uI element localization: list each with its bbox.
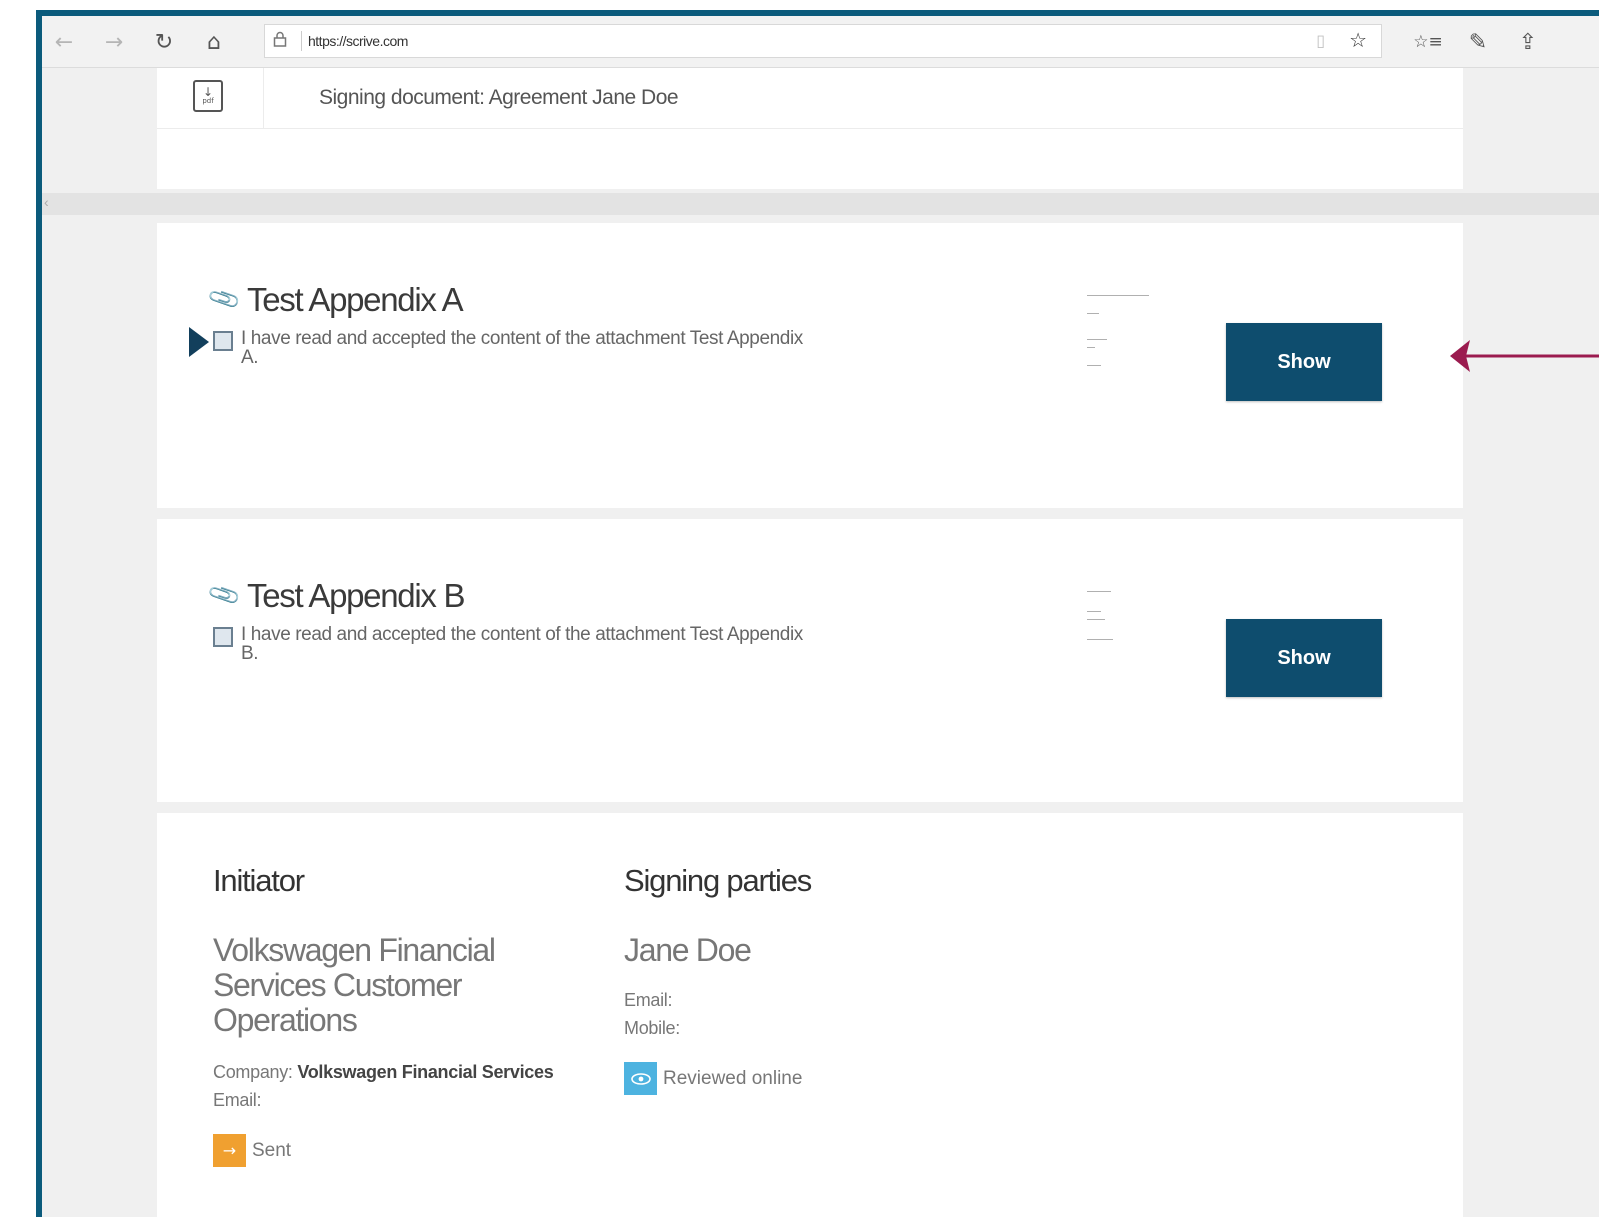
signing-party-name: Jane Doe (624, 932, 752, 968)
reviewed-status-label: Reviewed online (663, 1067, 803, 1089)
url-text[interactable]: https://scrive.com (308, 33, 408, 49)
accept-checkbox[interactable] (213, 627, 233, 647)
attachment-thumbnail[interactable] (1087, 293, 1157, 383)
signing-party-mobile: Mobile: (624, 1018, 680, 1038)
lock-icon (273, 31, 295, 51)
accept-label: I have read and accepted the content of … (241, 624, 803, 664)
browser-window: ← → ↻ ⌂ https://scrive.com ▯ ☆ ☆≡ ✎ ⇪ ↓ … (36, 10, 1599, 1217)
address-bar[interactable]: https://scrive.com ▯ ☆ (264, 24, 1382, 58)
header-blank-area (157, 129, 1463, 189)
attachment-card-a: 📎 Test Appendix A I have read and accept… (157, 223, 1463, 508)
reading-view-icon[interactable]: ▯ (1316, 31, 1325, 50)
favorite-star-icon[interactable]: ☆ (1349, 28, 1367, 52)
accept-label: I have read and accepted the content of … (241, 328, 803, 368)
notes-pen-icon[interactable]: ✎ (1462, 26, 1494, 58)
initiator-heading: Initiator (213, 863, 305, 898)
initiator-name: Volkswagen Financial Services Customer O… (213, 932, 496, 1038)
paperclip-icon: 📎 (206, 281, 243, 318)
signing-parties-heading: Signing parties (624, 863, 812, 898)
sent-arrow-icon: → (213, 1134, 246, 1167)
attachment-title: Test Appendix A (247, 281, 464, 318)
annotation-arrow-icon (1450, 340, 1599, 372)
signing-party-email: Email: (624, 990, 673, 1010)
share-icon[interactable]: ⇪ (1512, 26, 1544, 58)
eye-icon (624, 1062, 657, 1095)
reviewed-status: Reviewed online (624, 1062, 1044, 1095)
attachment-card-b: 📎 Test Appendix B I have read and accept… (157, 519, 1463, 802)
attachment-thumbnail[interactable] (1087, 589, 1157, 679)
sent-status-label: Sent (252, 1139, 292, 1161)
signing-parties-column: Signing parties Jane Doe Email: Mobile: … (624, 863, 1044, 1095)
initiator-company: Company: Volkswagen Financial Services (213, 1058, 603, 1086)
pointer-arrow-icon (189, 327, 209, 357)
browser-toolbar: ← → ↻ ⌂ https://scrive.com ▯ ☆ ☆≡ ✎ ⇪ (42, 16, 1599, 68)
parties-section: Initiator Volkswagen Financial Services … (157, 813, 1463, 1217)
sent-status: → Sent (213, 1134, 603, 1167)
pdf-label: pdf (202, 97, 214, 105)
address-separator (301, 31, 302, 51)
accept-checkbox[interactable] (213, 331, 233, 351)
horizontal-scrollbar[interactable]: ‹ (42, 193, 1599, 215)
document-header: ↓ pdf Signing document: Agreement Jane D… (157, 68, 1463, 129)
show-attachment-button[interactable]: Show (1226, 323, 1382, 401)
company-label: Company: (213, 1062, 293, 1082)
header-divider (263, 68, 264, 128)
company-value: Volkswagen Financial Services (297, 1062, 554, 1082)
download-pdf-icon[interactable]: ↓ pdf (193, 80, 223, 112)
scroll-left-icon[interactable]: ‹ (44, 194, 49, 210)
refresh-icon[interactable]: ↻ (148, 26, 180, 58)
favorites-list-icon[interactable]: ☆≡ (1412, 26, 1444, 58)
initiator-column: Initiator Volkswagen Financial Services … (213, 863, 603, 1167)
attachment-title: Test Appendix B (247, 577, 465, 614)
home-icon[interactable]: ⌂ (198, 26, 230, 58)
paperclip-icon: 📎 (206, 577, 243, 614)
show-attachment-button[interactable]: Show (1226, 619, 1382, 697)
forward-arrow-icon[interactable]: → (98, 26, 130, 58)
initiator-email: Email: (213, 1090, 262, 1110)
back-arrow-icon[interactable]: ← (48, 26, 80, 58)
page-title: Signing document: Agreement Jane Doe (319, 86, 679, 109)
download-arrow-glyph: ↓ (202, 85, 214, 99)
